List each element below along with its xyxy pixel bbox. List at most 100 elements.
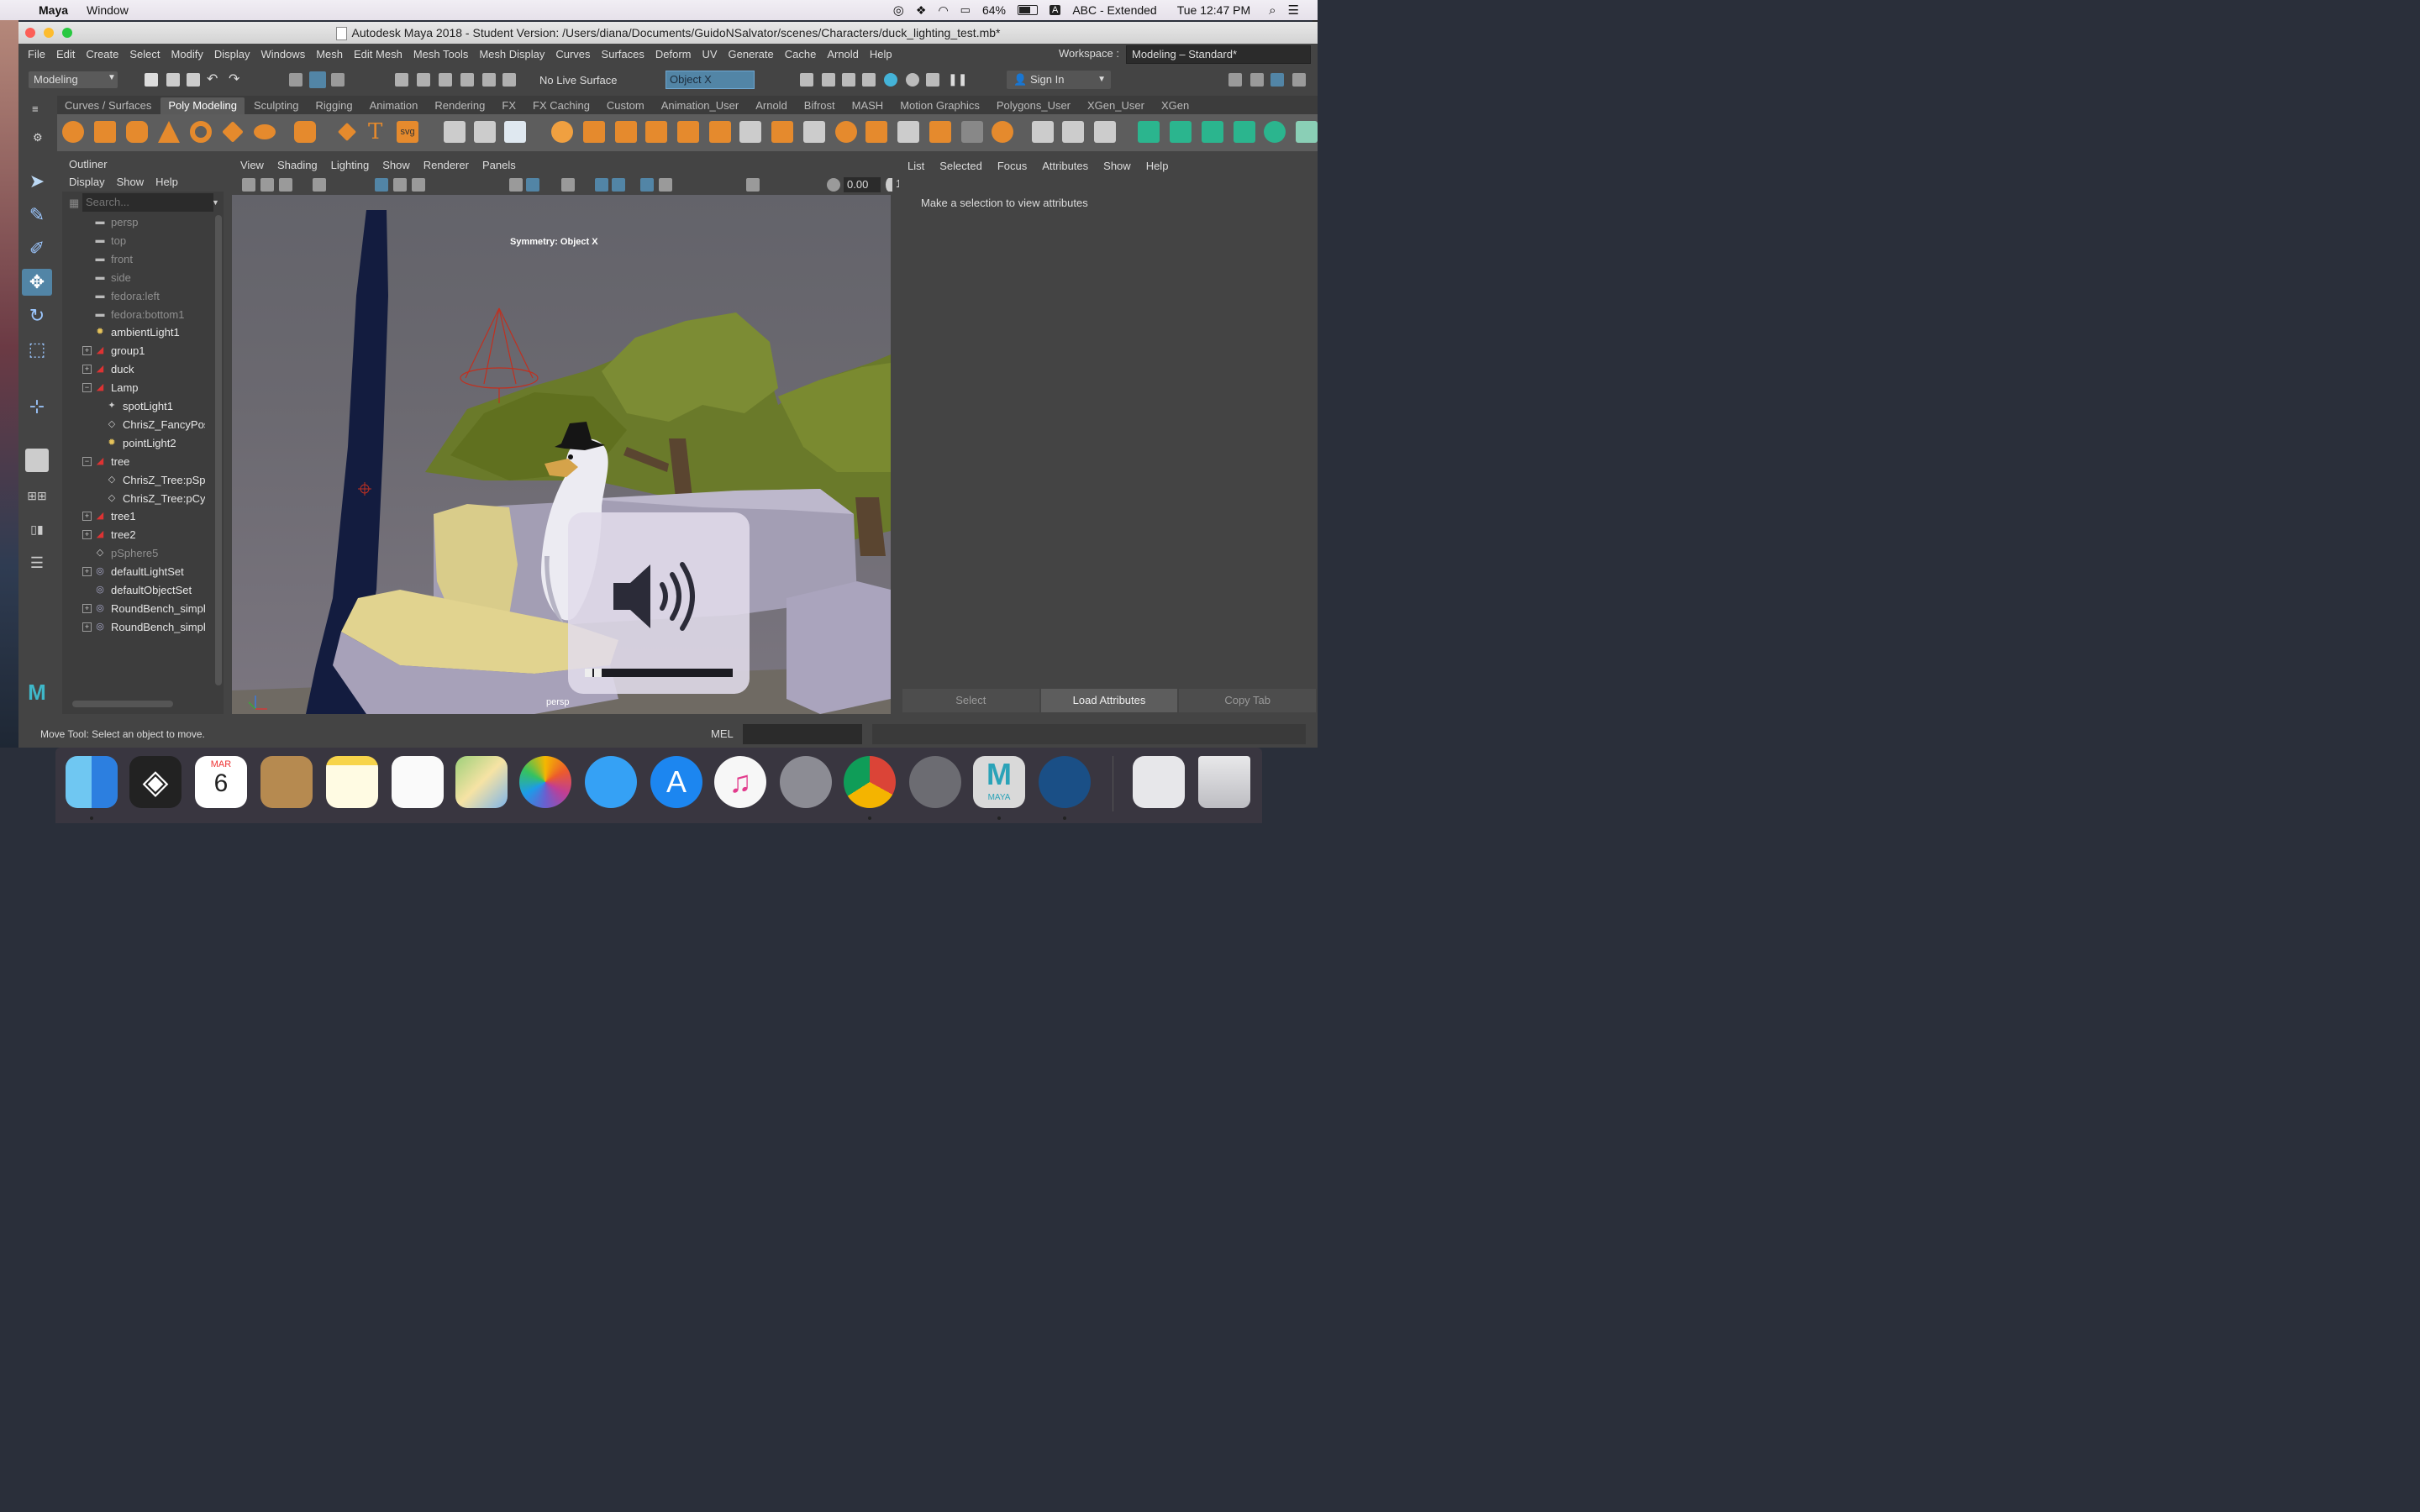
undo-icon[interactable]: ↶	[207, 71, 218, 87]
menu-help[interactable]: Help	[870, 48, 892, 60]
outliner-item[interactable]: ▬ fedora:bottom1	[62, 306, 205, 323]
use-all-lights-icon[interactable]	[595, 178, 608, 192]
ae-menu-selected[interactable]: Selected	[939, 156, 982, 176]
outliner-item[interactable]: + ◢ tree1	[62, 507, 205, 525]
outliner-menu-show[interactable]: Show	[117, 173, 145, 192]
shelf-tab-mash[interactable]: MASH	[844, 97, 892, 114]
camera-select-icon[interactable]	[242, 178, 255, 192]
move-sew-uv-icon[interactable]	[1264, 121, 1286, 143]
outliner-item[interactable]: + ◢ duck	[62, 360, 205, 378]
shelf-tab-arnold[interactable]: Arnold	[748, 97, 795, 114]
ae-menu-show[interactable]: Show	[1103, 156, 1131, 176]
four-view-layout-icon[interactable]: ⊞⊞	[24, 482, 50, 509]
select-uv-shell-icon[interactable]	[1138, 121, 1160, 143]
poly-plane-icon[interactable]	[222, 121, 244, 143]
outliner-item[interactable]: ◇ ChrisZ_Tree:pSphe	[62, 471, 205, 489]
menu-window[interactable]: Window	[87, 3, 129, 17]
outliner-menu-display[interactable]: Display	[69, 173, 105, 192]
airplay-icon[interactable]: ▭	[960, 3, 971, 17]
calendar-icon[interactable]: MAR 6	[195, 756, 247, 808]
input-source-label[interactable]: ABC - Extended	[1072, 3, 1156, 17]
close-window-button[interactable]	[25, 28, 35, 38]
viewport-3d[interactable]: Symmetry: Object X persp	[232, 195, 891, 714]
ae-menu-focus[interactable]: Focus	[997, 156, 1027, 176]
menu-edit-mesh[interactable]: Edit Mesh	[354, 48, 402, 60]
shelf-tab-motion-graphics[interactable]: Motion Graphics	[892, 97, 987, 114]
single-perspective-layout-icon[interactable]	[25, 449, 49, 472]
target-weld-icon[interactable]	[1062, 121, 1084, 143]
symmetry-dropdown[interactable]: Object X	[666, 71, 755, 89]
poly-torus-icon[interactable]	[190, 121, 212, 143]
viewport-menu-lighting[interactable]: Lighting	[331, 156, 370, 175]
viewport-menu-renderer[interactable]: Renderer	[424, 156, 469, 175]
outliner-item[interactable]: ✹ ambientLight1	[62, 323, 205, 341]
shelf-tab-polygons-user[interactable]: Polygons_User	[989, 97, 1078, 114]
poly-cone-icon[interactable]	[158, 121, 180, 143]
finder-icon[interactable]	[66, 756, 118, 808]
render-sequence-icon[interactable]	[822, 73, 835, 87]
arnold-render-view-icon[interactable]	[906, 73, 919, 87]
arnold-ipr-icon[interactable]	[926, 73, 939, 87]
snap-live-icon[interactable]	[482, 73, 496, 87]
menu-curves[interactable]: Curves	[555, 48, 590, 60]
snap-grid-icon[interactable]	[395, 73, 408, 87]
outliner-item[interactable]: ▬ persp	[62, 213, 205, 231]
expand-icon[interactable]: +	[82, 512, 92, 522]
ae-menu-list[interactable]: List	[908, 156, 924, 176]
outliner-item[interactable]: ▬ front	[62, 250, 205, 268]
outliner-item[interactable]: + ◎ defaultLightSet	[62, 563, 205, 580]
messages-icon[interactable]	[585, 756, 637, 808]
outliner-menu-help[interactable]: Help	[155, 173, 178, 192]
separate-icon[interactable]	[474, 121, 496, 143]
lasso-tool-icon[interactable]: ✎	[24, 202, 50, 228]
two-view-layout-icon[interactable]: ▯▮	[24, 516, 50, 543]
menu-file[interactable]: File	[28, 48, 45, 60]
outliner-item[interactable]: ◇ ChrisZ_FancyPost:	[62, 416, 205, 433]
outliner-vertical-scrollbar[interactable]	[215, 215, 222, 685]
trash-icon[interactable]	[1198, 756, 1250, 808]
battery-percent[interactable]: 64%	[982, 3, 1006, 17]
shelf-tab-poly-modeling[interactable]: Poly Modeling	[160, 97, 245, 114]
workspace-dropdown[interactable]: Modeling – Standard*	[1126, 45, 1311, 64]
creative-cloud-icon[interactable]: ◎	[893, 3, 904, 18]
sign-in-dropdown[interactable]: 👤 Sign In ▼	[1007, 71, 1111, 89]
menuset-dropdown[interactable]: Modeling	[29, 71, 118, 88]
reminders-icon[interactable]	[392, 756, 444, 808]
collapse-icon[interactable]: −	[82, 456, 92, 466]
launchpad-icon[interactable]	[780, 756, 832, 808]
command-language-toggle[interactable]: MEL	[711, 722, 734, 746]
unity-icon[interactable]: ◈	[129, 756, 182, 808]
expand-icon[interactable]: +	[82, 365, 92, 375]
shelf-tab-rendering[interactable]: Rendering	[427, 97, 492, 114]
menu-arnold[interactable]: Arnold	[827, 48, 859, 60]
outliner-item[interactable]: + ◎ RoundBench_simple:	[62, 618, 205, 636]
combine-icon[interactable]	[444, 121, 466, 143]
clock[interactable]: Tue 12:47 PM	[1177, 3, 1250, 17]
shelf-menu-icon[interactable]: ≡	[32, 102, 39, 115]
hud-toggle-icon[interactable]	[746, 178, 760, 192]
expand-icon[interactable]: +	[82, 622, 92, 632]
multi-cut-icon[interactable]	[771, 121, 793, 143]
smooth-shade-icon[interactable]	[526, 178, 539, 192]
spotlight-search-icon[interactable]: ⌕	[1269, 3, 1276, 18]
expand-icon[interactable]: +	[82, 603, 92, 613]
hypershade-icon[interactable]	[884, 73, 897, 87]
expand-icon[interactable]: +	[82, 567, 92, 577]
textured-icon[interactable]	[561, 178, 575, 192]
outliner-item[interactable]: + ◢ group1	[62, 342, 205, 360]
poke-icon[interactable]	[897, 121, 919, 143]
snap-curve-icon[interactable]	[417, 73, 430, 87]
shadows-icon[interactable]	[612, 178, 625, 192]
shelf-settings-icon[interactable]: ⚙	[33, 131, 43, 144]
documents-stack-icon[interactable]	[1133, 756, 1185, 808]
chrome-icon[interactable]	[844, 756, 896, 808]
command-line-input[interactable]	[743, 724, 862, 744]
outliner-item[interactable]: ▬ side	[62, 269, 205, 286]
ae-menu-help[interactable]: Help	[1146, 156, 1169, 176]
ae-select-button[interactable]: Select	[902, 689, 1039, 712]
input-source-icon[interactable]: A	[1049, 5, 1061, 15]
chevron-down-icon[interactable]: ▼	[212, 198, 219, 207]
wifi-icon[interactable]: ◠	[938, 3, 948, 18]
menu-display[interactable]: Display	[214, 48, 250, 60]
outliner-item[interactable]: − ◢ tree	[62, 453, 205, 470]
